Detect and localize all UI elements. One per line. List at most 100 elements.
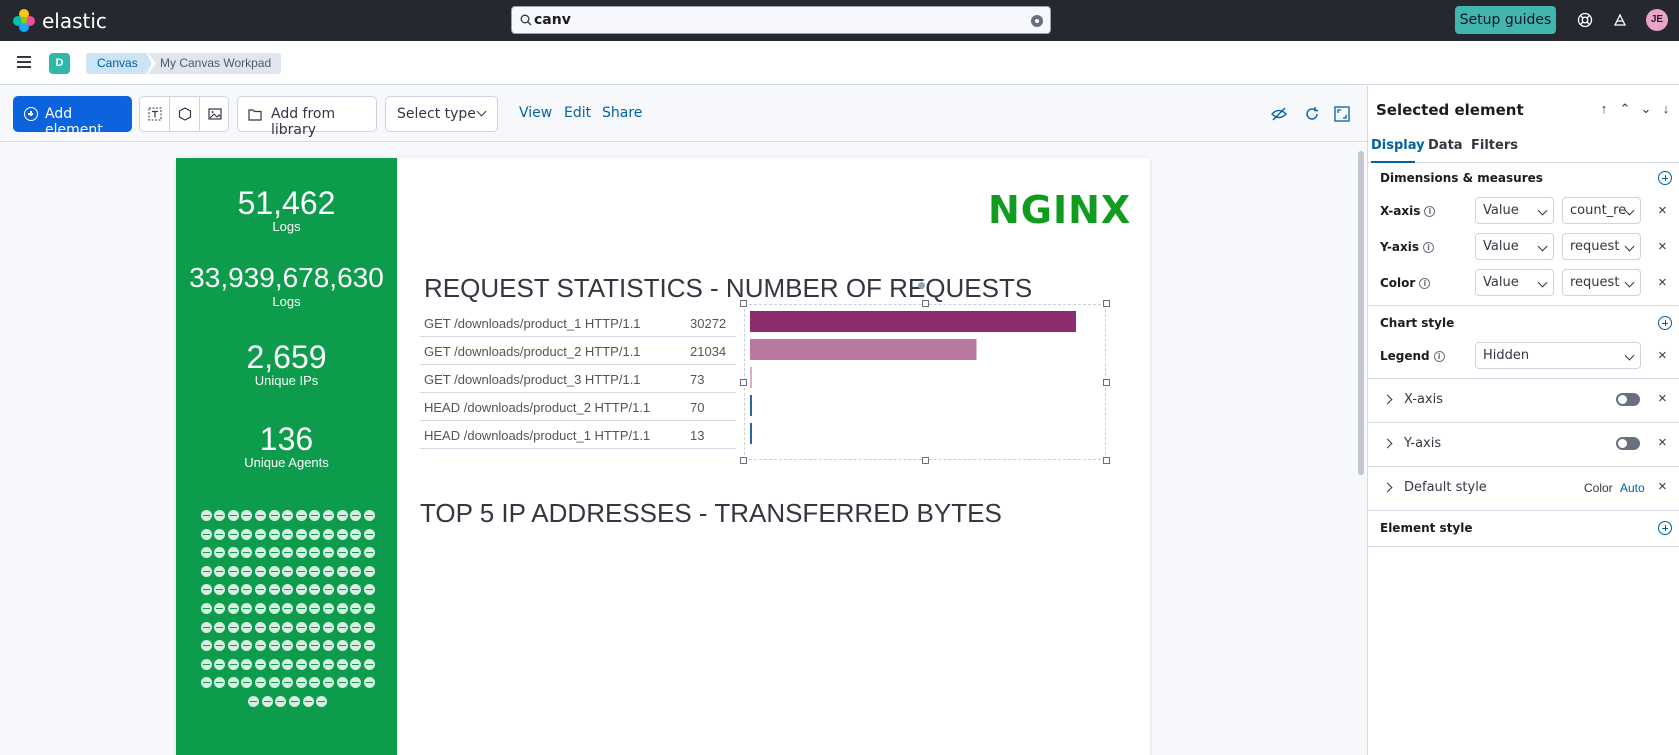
add-chart-style-icon[interactable] [1658,316,1672,330]
folder-icon [248,109,262,121]
agent-dot-icon [214,621,226,633]
add-element-style-icon[interactable] [1658,521,1672,535]
remove-x-axis-icon[interactable]: × [1658,202,1667,219]
resize-handle[interactable] [1103,379,1110,386]
agent-dot-icon [295,602,307,614]
resize-handle[interactable] [922,300,929,307]
news-feed-icon[interactable] [1612,12,1628,28]
remove-legend-icon[interactable]: × [1658,347,1667,364]
agent-dot-icon [336,602,348,614]
setup-guides-button[interactable]: Setup guides [1455,6,1556,34]
y-axis-accordion-label: Y-axis [1404,436,1442,451]
resize-handle[interactable] [1103,457,1110,464]
y-axis-kind-select[interactable]: Value [1475,233,1554,260]
remove-color-icon[interactable]: × [1658,274,1667,291]
chevron-right-icon [1382,438,1393,449]
remove-default-style-icon[interactable]: × [1658,478,1667,495]
legend-select[interactable]: Hidden [1475,342,1641,369]
x-axis-field: count_re [1570,203,1627,218]
agent-dot-icon [268,677,280,689]
x-axis-kind-select[interactable]: Value [1475,197,1554,224]
refresh-icon[interactable] [1303,105,1321,123]
request-count: 30272 [690,316,727,331]
color-kind-select[interactable]: Value [1475,269,1554,296]
resize-handle[interactable] [922,457,929,464]
color-field: request [1570,275,1620,290]
remove-y-axis-style-icon[interactable]: × [1658,434,1667,451]
resize-handle[interactable] [740,300,747,307]
send-backward-icon[interactable]: ⌄ [1639,102,1653,116]
color-field-select[interactable]: request [1562,269,1641,296]
x-axis-kind: Value [1483,203,1519,218]
resize-handle[interactable] [740,457,747,464]
agent-dot-icon [336,584,348,596]
edit-menu-link[interactable]: Edit [564,105,591,121]
view-menu-link[interactable]: View [519,105,552,121]
y-axis-toggle[interactable] [1616,437,1640,450]
send-to-back-icon[interactable]: ↓ [1659,102,1673,116]
elastic-logo-icon[interactable] [12,8,36,32]
add-image-button[interactable] [200,97,230,131]
agent-dot-icon [255,640,267,652]
default-color-value[interactable]: Auto [1620,481,1645,495]
agent-dot-icon [336,565,348,577]
workpad-page[interactable]: 51,462 Logs 33,939,678,630 Logs 2,659 Un… [176,158,1150,755]
tab-filters[interactable]: Filters [1471,138,1518,153]
agent-dot-icon [200,658,212,670]
stat-value: 33,939,678,630 [189,262,384,293]
eye-closed-icon[interactable] [1270,105,1288,123]
breadcrumb-canvas[interactable]: Canvas [86,53,152,74]
add-text-button[interactable] [140,97,170,131]
remove-y-axis-icon[interactable]: × [1658,238,1667,255]
agent-dot-icon [336,640,348,652]
request-count: 70 [690,400,705,415]
chevron-right-icon [1382,394,1393,405]
add-element-label: Add element [45,106,103,138]
agent-dot-icon [309,547,321,559]
default-style-accordion[interactable]: Default style Color Auto × [1368,467,1679,510]
resize-handle[interactable] [1103,300,1110,307]
bring-to-front-icon[interactable]: ↑ [1597,102,1611,116]
share-menu-link[interactable]: Share [602,105,642,121]
y-axis-field-select[interactable]: request [1562,233,1641,260]
rotate-handle[interactable] [918,282,925,289]
request-table[interactable]: GET /downloads/product_1 HTTP/1.1 30272 GE… [420,309,736,449]
add-from-library-button[interactable]: Add from library [237,96,377,138]
request-stats-title[interactable]: REQUEST STATISTICS - NUMBER OF REQUESTS [424,273,1032,304]
remove-x-axis-style-icon[interactable]: × [1658,390,1667,407]
agent-dot-icon [268,621,280,633]
agent-dot-icon [363,584,375,596]
agent-dot-icon [227,677,239,689]
menu-icon[interactable] [17,56,31,68]
add-element-button[interactable]: Add element [13,96,132,138]
agent-dot-icon [200,677,212,689]
stats-panel[interactable]: 51,462 Logs 33,939,678,630 Logs 2,659 Un… [176,158,397,755]
fullscreen-icon[interactable] [1333,105,1351,123]
request-path: GET /downloads/product_2 HTTP/1.1 [424,344,641,359]
agent-dot-icon [268,584,280,596]
bring-forward-icon[interactable]: ⌃ [1618,102,1632,116]
agent-dot-icon [200,547,212,559]
agent-dot-icon [363,621,375,633]
space-badge[interactable]: D [49,53,70,74]
chevron-down-icon [476,106,487,117]
tab-display[interactable]: Display [1371,138,1425,153]
x-axis-accordion[interactable]: X-axis × [1368,379,1679,422]
agent-dot-icon [282,547,294,559]
add-shape-button[interactable] [170,97,200,131]
global-search-input[interactable]: canv [511,6,1051,34]
add-dimension-icon[interactable] [1658,171,1672,185]
clear-search-icon[interactable] [1031,15,1043,27]
brand-name[interactable]: elastic [42,9,107,33]
help-icon[interactable] [1577,12,1593,28]
tab-data[interactable]: Data [1428,138,1463,153]
agent-dot-icon [200,565,212,577]
x-axis-field-select[interactable]: count_re [1562,197,1641,224]
y-axis-accordion[interactable]: Y-axis × [1368,423,1679,466]
resize-handle[interactable] [740,379,747,386]
canvas-scrollbar[interactable] [1358,151,1364,475]
x-axis-toggle[interactable] [1616,393,1640,406]
top-ip-title[interactable]: TOP 5 IP ADDRESSES - TRANSFERRED BYTES [420,498,1002,529]
user-avatar[interactable]: JE [1646,9,1668,31]
select-type-dropdown[interactable]: Select type [385,96,498,132]
